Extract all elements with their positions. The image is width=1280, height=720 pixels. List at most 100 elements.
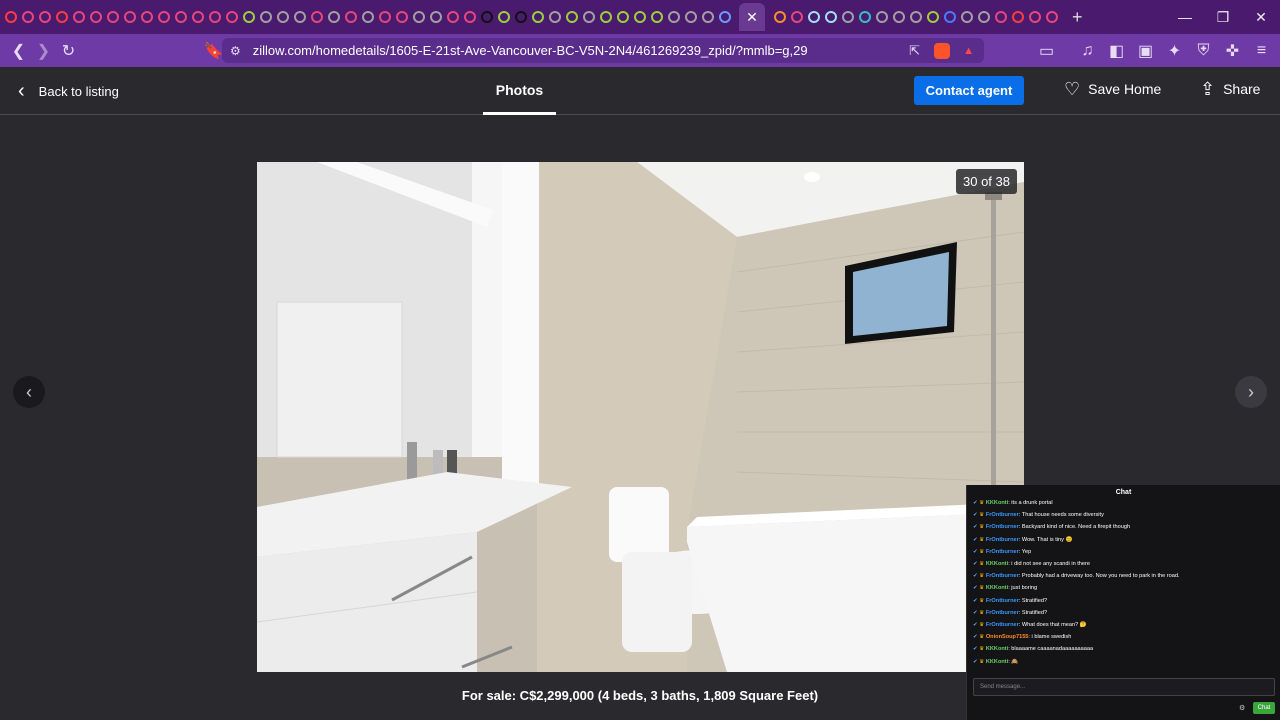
browser-tab[interactable] <box>563 9 580 26</box>
browser-tab[interactable] <box>839 9 856 26</box>
chat-username[interactable]: KKKonti <box>986 561 1008 567</box>
browser-tab[interactable] <box>2 9 19 26</box>
leo-ai-icon[interactable]: ✦ <box>1162 38 1187 63</box>
browser-tab[interactable] <box>1026 9 1043 26</box>
sidebar-icon[interactable]: ◧ <box>1104 38 1129 63</box>
browser-tab[interactable] <box>53 9 70 26</box>
browser-tab[interactable] <box>682 9 699 26</box>
browser-tab[interactable] <box>873 9 890 26</box>
minimize-icon[interactable]: — <box>1166 0 1204 34</box>
tab-photos[interactable]: Photos <box>483 67 556 115</box>
browser-tab[interactable] <box>958 9 975 26</box>
chat-username[interactable]: FrOntburner <box>986 598 1019 604</box>
browser-tab[interactable] <box>87 9 104 26</box>
browser-tab[interactable] <box>529 9 546 26</box>
browser-tab[interactable] <box>631 9 648 26</box>
brave-shields-icon[interactable] <box>934 42 950 59</box>
chat-username[interactable]: KKKonti <box>986 585 1008 591</box>
browser-tab[interactable] <box>1009 9 1026 26</box>
chat-username[interactable]: FrOntburner <box>986 610 1019 616</box>
browser-tab[interactable] <box>992 9 1009 26</box>
share-page-icon[interactable]: ⇱ <box>909 43 920 59</box>
browser-tab[interactable] <box>597 9 614 26</box>
next-photo-button[interactable]: › <box>1235 376 1267 408</box>
browser-tab[interactable] <box>393 9 410 26</box>
browser-tab[interactable] <box>1043 9 1060 26</box>
browser-tab[interactable] <box>716 9 733 26</box>
browser-tab[interactable] <box>444 9 461 26</box>
vpn-icon[interactable]: ⛨ <box>1191 38 1216 63</box>
browser-tab[interactable] <box>342 9 359 26</box>
menu-icon[interactable]: ≡ <box>1249 38 1274 63</box>
browser-tab[interactable] <box>325 9 342 26</box>
browser-tab[interactable] <box>189 9 206 26</box>
browser-tab[interactable] <box>495 9 512 26</box>
browser-tab[interactable] <box>70 9 87 26</box>
chat-username[interactable]: FrOntburner <box>986 573 1019 579</box>
restore-icon[interactable]: ❐ <box>1204 0 1242 34</box>
reader-mode-icon[interactable]: ▭ <box>1034 38 1059 63</box>
url-text[interactable]: zillow.com/homedetails/1605-E-21st-Ave-V… <box>253 43 808 58</box>
previous-photo-button[interactable]: ‹ <box>13 376 45 408</box>
chat-send-button[interactable]: Chat <box>1253 702 1275 714</box>
active-tab[interactable]: ✕ <box>739 3 765 31</box>
media-icon[interactable]: ♫ <box>1075 38 1100 63</box>
browser-tab[interactable] <box>257 9 274 26</box>
browser-tab[interactable] <box>291 9 308 26</box>
save-home-button[interactable]: ♡ Save Home <box>1064 80 1161 98</box>
browser-tab[interactable] <box>512 9 529 26</box>
chat-username[interactable]: FrOntburner <box>986 524 1019 530</box>
close-icon[interactable]: ✕ <box>746 9 758 26</box>
browser-tab[interactable] <box>822 9 839 26</box>
browser-tab[interactable] <box>206 9 223 26</box>
browser-tab[interactable] <box>274 9 291 26</box>
browser-tab[interactable] <box>427 9 444 26</box>
chat-username[interactable]: KKKonti <box>986 646 1008 652</box>
reload-icon[interactable]: ↻ <box>56 38 81 63</box>
share-button[interactable]: ⇪ Share <box>1200 80 1260 98</box>
listing-photo[interactable]: 30 of 38 <box>257 162 1024 672</box>
browser-tab[interactable] <box>155 9 172 26</box>
browser-tab[interactable] <box>240 9 257 26</box>
chat-username[interactable]: FrOntburner <box>986 622 1019 628</box>
gear-icon[interactable]: ⚙ <box>1239 704 1245 712</box>
browser-tab[interactable] <box>788 9 805 26</box>
chat-message-input[interactable]: Send message... <box>973 678 1275 696</box>
window-close-icon[interactable]: ✕ <box>1242 0 1280 34</box>
chat-username[interactable]: FrOntburner <box>986 537 1019 543</box>
browser-tab[interactable] <box>856 9 873 26</box>
browser-tab[interactable] <box>223 9 240 26</box>
browser-tab[interactable] <box>410 9 427 26</box>
chat-username[interactable]: FrOntburner <box>986 512 1019 518</box>
browser-tab[interactable] <box>907 9 924 26</box>
browser-tab[interactable] <box>478 9 495 26</box>
browser-tab[interactable] <box>172 9 189 26</box>
chat-username[interactable]: KKKonti <box>986 659 1008 665</box>
site-info-icon[interactable]: ⚙ <box>230 44 241 58</box>
contact-agent-button[interactable]: Contact agent <box>914 76 1024 105</box>
address-bar[interactable]: ⚙ zillow.com/homedetails/1605-E-21st-Ave… <box>222 38 984 63</box>
browser-tab[interactable] <box>121 9 138 26</box>
browser-tab[interactable] <box>771 9 788 26</box>
browser-tab[interactable] <box>975 9 992 26</box>
brave-rewards-icon[interactable]: ▲ <box>963 45 974 57</box>
browser-tab[interactable] <box>805 9 822 26</box>
browser-tab[interactable] <box>138 9 155 26</box>
browser-tab[interactable] <box>699 9 716 26</box>
browser-tab[interactable] <box>614 9 631 26</box>
chat-username[interactable]: KKKonti <box>986 500 1008 506</box>
browser-tab[interactable] <box>376 9 393 26</box>
browser-tab[interactable] <box>924 9 941 26</box>
chat-username[interactable]: OnionSoup7155 <box>986 634 1029 640</box>
browser-tab[interactable] <box>890 9 907 26</box>
browser-tab[interactable] <box>19 9 36 26</box>
chat-username[interactable]: FrOntburner <box>986 549 1019 555</box>
wallet-icon[interactable]: ▣ <box>1133 38 1158 63</box>
browser-tab[interactable] <box>580 9 597 26</box>
back-arrow-icon[interactable]: ❮ <box>6 38 31 63</box>
browser-tab[interactable] <box>308 9 325 26</box>
browser-tab[interactable] <box>359 9 376 26</box>
browser-tab[interactable] <box>648 9 665 26</box>
forward-arrow-icon[interactable]: ❯ <box>31 38 56 63</box>
browser-tab[interactable] <box>546 9 563 26</box>
